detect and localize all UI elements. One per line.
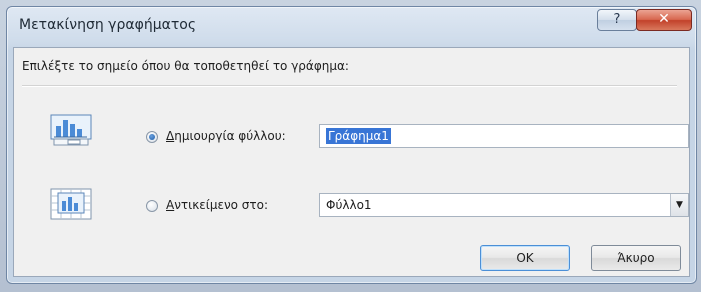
title-bar[interactable]: Μετακίνηση γραφήματος ? ✕ <box>7 7 696 47</box>
object-in-label: Αντικείμενο στο: <box>166 198 269 212</box>
separator <box>22 85 677 87</box>
object-in-radio[interactable] <box>146 200 158 212</box>
new-sheet-radio[interactable] <box>146 131 158 143</box>
object-in-selected-value: Φύλλο1 <box>326 198 372 212</box>
embedded-chart-icon <box>50 188 92 220</box>
dropdown-arrow-icon[interactable]: ▼ <box>670 194 688 216</box>
placement-prompt: Επιλέξτε το σημείο όπου θα τοποθετηθεί τ… <box>22 59 349 73</box>
object-in-sheet-select[interactable]: Φύλλο1 ▼ <box>319 193 689 217</box>
new-sheet-name-input[interactable]: Γράφημα1 <box>319 124 689 148</box>
ok-button[interactable]: OK <box>480 245 570 271</box>
cancel-button[interactable]: Άκυρο <box>591 245 681 271</box>
new-chart-sheet-icon <box>50 114 92 146</box>
dialog-title: Μετακίνηση γραφήματος <box>19 17 197 33</box>
close-button[interactable]: ✕ <box>636 9 692 31</box>
move-chart-dialog: Μετακίνηση γραφήματος ? ✕ Επιλέξτε το ση… <box>6 6 697 284</box>
dialog-body: Επιλέξτε το σημείο όπου θα τοποθετηθεί τ… <box>13 47 690 277</box>
help-button[interactable]: ? <box>597 9 637 31</box>
new-sheet-label: Δημιουργία φύλλου: <box>166 129 286 143</box>
